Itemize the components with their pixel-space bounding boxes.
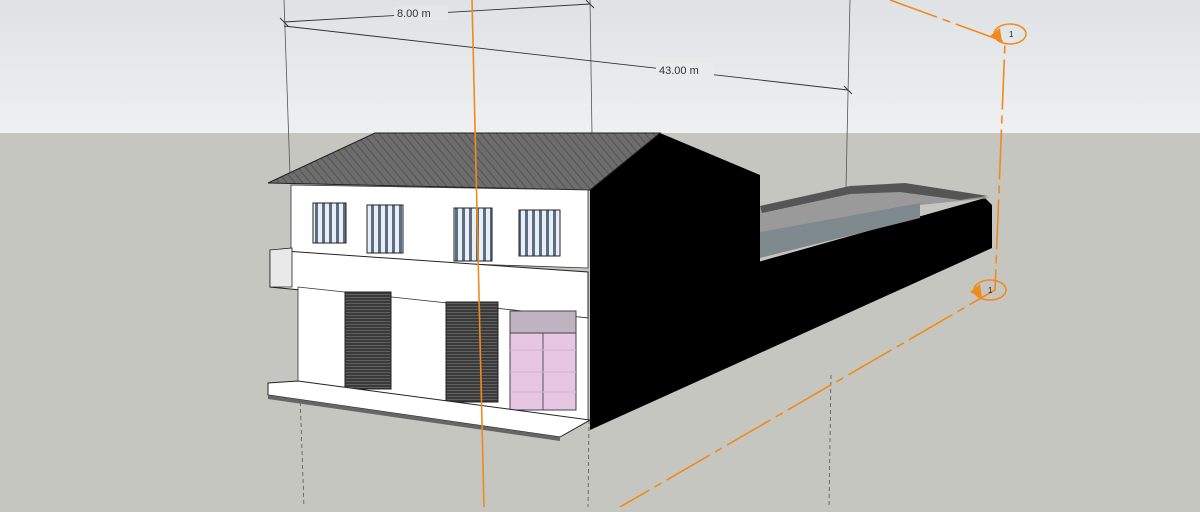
sketchup-viewport[interactable]: 8.00 m 43.00 m 1 1 [0,0,1200,508]
scene-canvas[interactable]: 8.00 m 43.00 m 1 1 [0,0,1200,508]
glass-door [509,310,577,411]
section-marker-label: 1 [988,286,993,295]
balcony-side [269,247,293,288]
dimension-label-8m: 8.00 m [397,8,431,20]
window [312,202,347,244]
roller-shutter [445,301,499,403]
window [366,204,404,254]
roller-shutter [344,291,392,390]
sky [0,0,1200,133]
window [453,207,493,262]
section-marker-label: 1 [1009,30,1014,39]
window [518,209,561,257]
dimension-label-43m: 43.00 m [659,65,699,77]
